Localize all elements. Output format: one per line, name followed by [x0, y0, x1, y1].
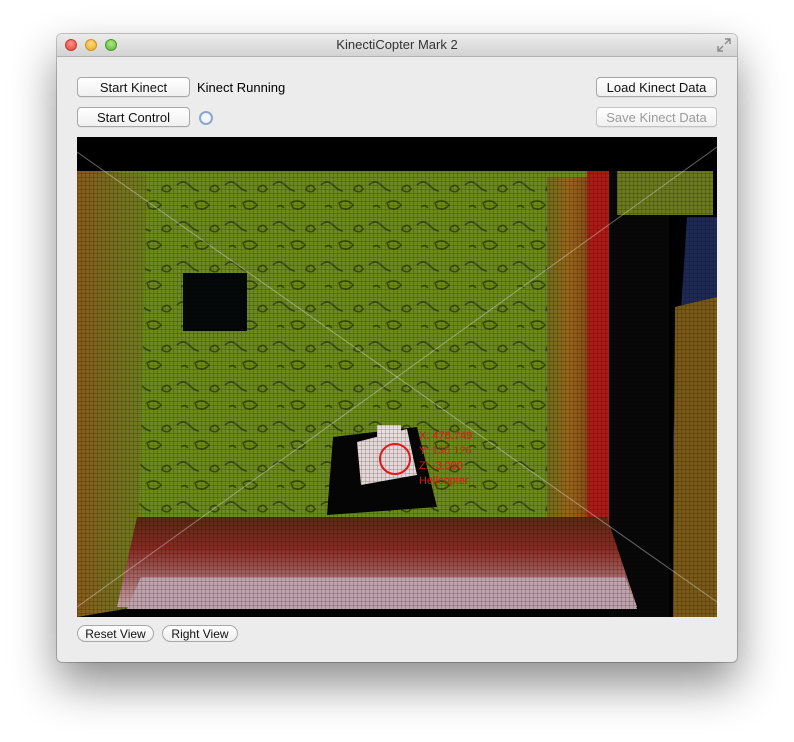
right-view-button[interactable]: Right View — [162, 625, 238, 642]
title-bar[interactable]: KinectiCopter Mark 2 — [57, 34, 737, 57]
start-control-button[interactable]: Start Control — [77, 107, 190, 127]
tracking-x-readout: X: 476.749 — [419, 430, 472, 442]
tracking-target-label: Helicopter — [419, 475, 469, 487]
save-kinect-data-button[interactable]: Save Kinect Data — [596, 107, 717, 127]
tracking-y-readout: Y: 136.126 — [419, 445, 472, 457]
window-title: KinectiCopter Mark 2 — [336, 37, 458, 52]
load-kinect-data-button[interactable]: Load Kinect Data — [596, 77, 717, 97]
start-kinect-button[interactable]: Start Kinect — [77, 77, 190, 97]
app-window: KinectiCopter Mark 2 Start Kinect Kinect… — [57, 34, 737, 662]
fullscreen-icon[interactable] — [717, 38, 731, 52]
reset-view-button[interactable]: Reset View — [77, 625, 154, 642]
kinect-status-label: Kinect Running — [197, 80, 286, 95]
status-indicator-icon — [199, 111, 213, 125]
tracking-z-readout: Z: -3.090 — [419, 460, 463, 472]
kinect-3d-viewport[interactable]: X: 476.749 Y: 136.126 Z: -3.090 Helicopt… — [77, 137, 717, 617]
point-cloud-render: X: 476.749 Y: 136.126 Z: -3.090 Helicopt… — [77, 137, 717, 617]
